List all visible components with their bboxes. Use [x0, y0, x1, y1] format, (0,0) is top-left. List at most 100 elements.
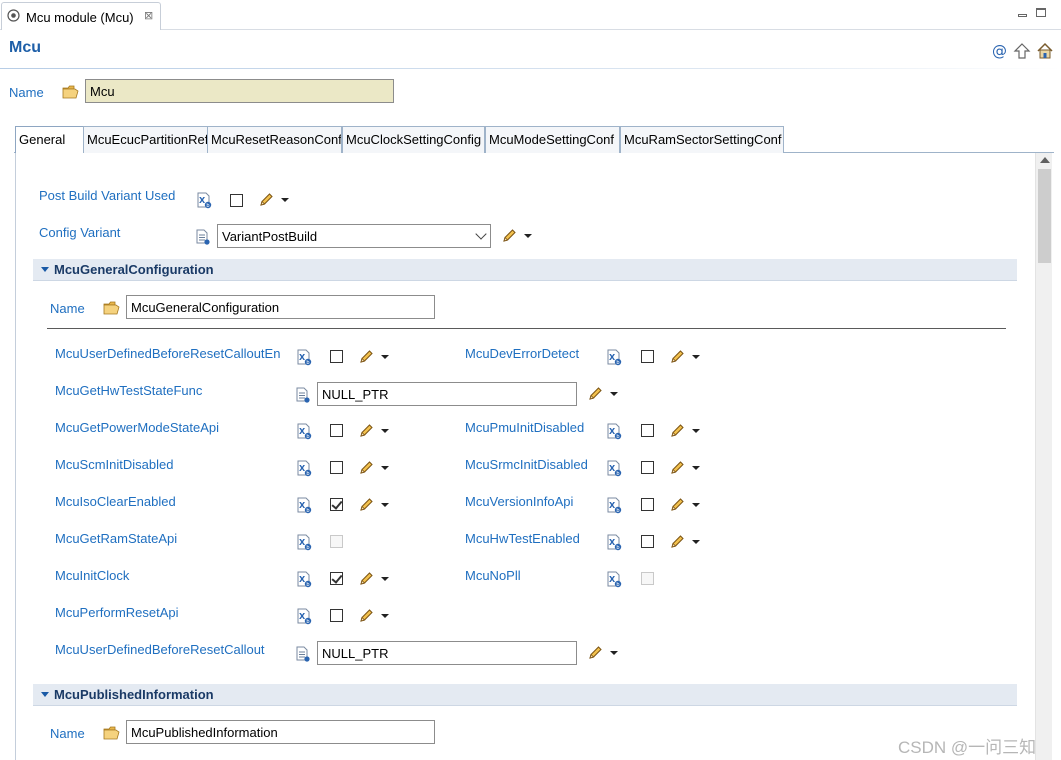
variant-doc-icon: Xb — [606, 460, 622, 480]
edit-pencil-icon[interactable] — [358, 349, 374, 368]
param-label-mcu-get-power-mode-state-api[interactable]: McuGetPowerModeStateApi — [55, 420, 219, 435]
editor-tab[interactable]: Mcu module (Mcu) ⊠ — [1, 2, 161, 30]
param-label-mcu-user-defined-before-reset-callout[interactable]: McuUserDefinedBeforeResetCallout — [55, 642, 265, 657]
maximize-icon[interactable] — [1036, 8, 1046, 17]
param-checkbox-mcu-pmu-init-disabled[interactable] — [641, 424, 654, 437]
post-build-variant-used-checkbox[interactable] — [230, 194, 243, 207]
scroll-up-icon[interactable] — [1040, 157, 1050, 163]
tab-mcu-ram-sector-setting-conf[interactable]: McuRamSectorSettingConf — [620, 126, 784, 153]
minimize-icon[interactable] — [1018, 14, 1027, 17]
vertical-scrollbar[interactable] — [1035, 153, 1052, 760]
section-mcu-published-information[interactable]: McuPublishedInformation — [33, 684, 1017, 706]
param-checkbox-mcu-get-ram-state-api — [330, 535, 343, 548]
svg-text:b: b — [306, 545, 309, 551]
svg-text:X: X — [299, 464, 306, 473]
section-mcu-general-configuration[interactable]: McuGeneralConfiguration — [33, 259, 1017, 281]
home-icon[interactable] — [1036, 42, 1054, 60]
variant-doc-icon: Xb — [606, 497, 622, 517]
param-checkbox-mcu-srmc-init-disabled[interactable] — [641, 461, 654, 474]
up-arrow-icon[interactable] — [1013, 42, 1031, 60]
dropdown-arrow-icon[interactable] — [692, 540, 700, 544]
close-icon[interactable]: ⊠ — [144, 9, 153, 22]
dropdown-arrow-icon[interactable] — [692, 355, 700, 359]
param-checkbox-mcu-iso-clear-enabled[interactable] — [330, 498, 343, 511]
param-label-mcu-scm-init-disabled[interactable]: McuScmInitDisabled — [55, 457, 174, 472]
section-name-label[interactable]: Name — [50, 301, 85, 316]
param-checkbox-mcu-init-clock[interactable] — [330, 572, 343, 585]
post-build-variant-used-label[interactable]: Post Build Variant Used — [39, 188, 175, 203]
dropdown-arrow-icon[interactable] — [381, 614, 389, 618]
param-label-mcu-init-clock[interactable]: McuInitClock — [55, 568, 129, 583]
edit-pencil-icon[interactable] — [669, 460, 685, 479]
param-checkbox-mcu-dev-error-detect[interactable] — [641, 350, 654, 363]
param-checkbox-mcu-user-defined-before-reset-callout-en[interactable] — [330, 350, 343, 363]
edit-pencil-icon[interactable] — [669, 534, 685, 553]
section-title: McuPublishedInformation — [54, 687, 214, 702]
edit-pencil-icon[interactable] — [358, 497, 374, 516]
param-label-mcu-get-hw-test-state-func[interactable]: McuGetHwTestStateFunc — [55, 383, 202, 398]
variant-doc-icon: Xb — [606, 349, 622, 369]
edit-pencil-icon[interactable] — [358, 460, 374, 479]
module-name-field[interactable]: Mcu — [85, 79, 394, 103]
dropdown-arrow-icon[interactable] — [524, 234, 532, 238]
param-field-mcu-get-hw-test-state-func[interactable]: NULL_PTR — [317, 382, 577, 406]
param-label-mcu-version-info-api[interactable]: McuVersionInfoApi — [465, 494, 573, 509]
tab-mcu-mode-setting-conf[interactable]: McuModeSettingConf — [485, 126, 620, 153]
param-checkbox-mcu-no-pll — [641, 572, 654, 585]
collapse-triangle-icon[interactable] — [41, 267, 49, 272]
chevron-down-icon[interactable] — [475, 228, 487, 240]
param-label-mcu-dev-error-detect[interactable]: McuDevErrorDetect — [465, 346, 579, 361]
param-label-mcu-pmu-init-disabled[interactable]: McuPmuInitDisabled — [465, 420, 584, 435]
param-label-mcu-iso-clear-enabled[interactable]: McuIsoClearEnabled — [55, 494, 176, 509]
param-checkbox-mcu-perform-reset-api[interactable] — [330, 609, 343, 622]
dropdown-arrow-icon[interactable] — [692, 466, 700, 470]
config-variant-label[interactable]: Config Variant — [39, 225, 120, 240]
svg-text:b: b — [616, 471, 619, 477]
svg-text:b: b — [206, 203, 209, 209]
dropdown-arrow-icon[interactable] — [381, 577, 389, 581]
config-variant-select[interactable]: VariantPostBuild — [217, 224, 491, 248]
param-field-mcu-user-defined-before-reset-callout[interactable]: NULL_PTR — [317, 641, 577, 665]
dropdown-arrow-icon[interactable] — [381, 355, 389, 359]
svg-text:b: b — [616, 434, 619, 440]
edit-pencil-icon[interactable] — [358, 571, 374, 590]
param-checkbox-mcu-version-info-api[interactable] — [641, 498, 654, 511]
dropdown-arrow-icon[interactable] — [692, 429, 700, 433]
param-checkbox-mcu-scm-init-disabled[interactable] — [330, 461, 343, 474]
param-label-mcu-hw-test-enabled[interactable]: McuHwTestEnabled — [465, 531, 580, 546]
param-label-mcu-no-pll[interactable]: McuNoPll — [465, 568, 521, 583]
dropdown-arrow-icon[interactable] — [381, 429, 389, 433]
edit-pencil-icon[interactable] — [587, 645, 603, 664]
dropdown-arrow-icon[interactable] — [381, 466, 389, 470]
dropdown-arrow-icon[interactable] — [610, 651, 618, 655]
scrollbar-thumb[interactable] — [1038, 169, 1051, 263]
edit-pencil-icon[interactable] — [258, 192, 274, 211]
dropdown-arrow-icon[interactable] — [610, 392, 618, 396]
dropdown-arrow-icon[interactable] — [692, 503, 700, 507]
param-checkbox-mcu-get-power-mode-state-api[interactable] — [330, 424, 343, 437]
param-checkbox-mcu-hw-test-enabled[interactable] — [641, 535, 654, 548]
param-label-mcu-perform-reset-api[interactable]: McuPerformResetApi — [55, 605, 179, 620]
dropdown-arrow-icon[interactable] — [381, 503, 389, 507]
section-name-label[interactable]: Name — [50, 726, 85, 741]
tab-mcu-clock-setting-config[interactable]: McuClockSettingConfig — [342, 126, 485, 153]
tab-mcu-reset-reason-conf[interactable]: McuResetReasonConf — [207, 126, 342, 153]
edit-pencil-icon[interactable] — [358, 423, 374, 442]
dropdown-arrow-icon[interactable] — [281, 198, 289, 202]
edit-pencil-icon[interactable] — [358, 608, 374, 627]
section-name-field[interactable]: McuPublishedInformation — [126, 720, 435, 744]
edit-pencil-icon[interactable] — [669, 349, 685, 368]
at-sign-icon[interactable]: @ — [990, 42, 1008, 60]
tab-general[interactable]: General — [15, 126, 84, 154]
edit-pencil-icon[interactable] — [587, 386, 603, 405]
name-label[interactable]: Name — [9, 85, 44, 100]
param-label-mcu-user-defined-before-reset-callout-en[interactable]: McuUserDefinedBeforeResetCalloutEn — [55, 346, 280, 361]
section-name-field[interactable]: McuGeneralConfiguration — [126, 295, 435, 319]
collapse-triangle-icon[interactable] — [41, 692, 49, 697]
edit-pencil-icon[interactable] — [669, 423, 685, 442]
param-label-mcu-srmc-init-disabled[interactable]: McuSrmcInitDisabled — [465, 457, 588, 472]
param-label-mcu-get-ram-state-api[interactable]: McuGetRamStateApi — [55, 531, 177, 546]
edit-pencil-icon[interactable] — [669, 497, 685, 516]
edit-pencil-icon[interactable] — [501, 228, 517, 247]
tab-mcu-ecuc-partition-ref[interactable]: McuEcucPartitionRef — [83, 126, 208, 153]
